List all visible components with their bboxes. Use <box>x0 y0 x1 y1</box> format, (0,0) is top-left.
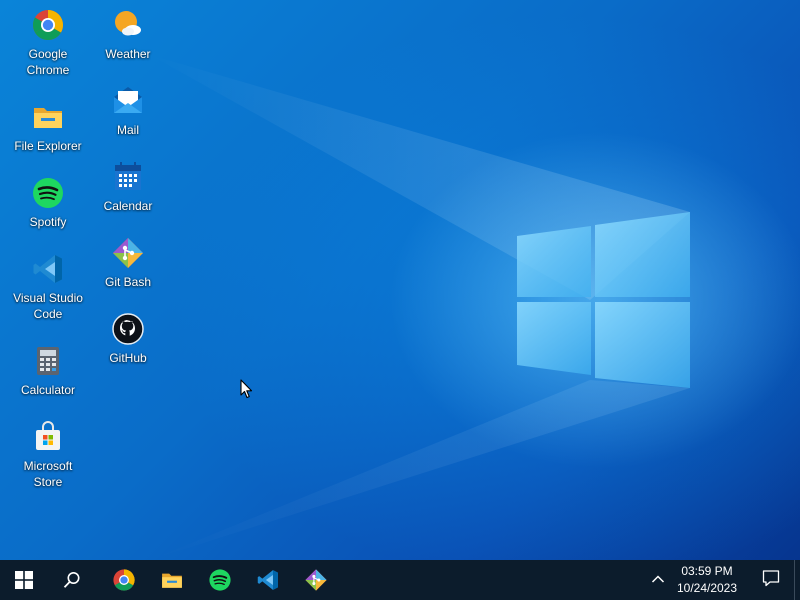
calculator-icon <box>31 344 65 378</box>
spotify-icon <box>31 176 65 210</box>
vscode-icon <box>31 252 65 286</box>
desktop-icon-weather[interactable]: Weather <box>88 2 168 62</box>
taskbar-vscode[interactable] <box>244 560 292 600</box>
taskbar: 03:59 PM 10/24/2023 <box>0 560 800 600</box>
desktop-icon-visual-studio-code[interactable]: Visual Studio Code <box>8 246 88 322</box>
clock-date: 10/24/2023 <box>676 581 738 595</box>
show-hidden-icons-button[interactable] <box>644 560 672 600</box>
spotify-icon <box>208 568 232 592</box>
github-icon <box>111 312 145 346</box>
desktop-icon-label: GitHub <box>109 351 147 365</box>
desktop-icon-label: Microsoft Store <box>23 459 73 489</box>
chevron-up-icon <box>651 571 665 589</box>
desktop-icon-label: Mail <box>116 123 139 137</box>
folder-icon <box>31 100 65 134</box>
folder-icon <box>160 568 184 592</box>
search-icon <box>63 571 81 589</box>
start-button[interactable] <box>0 560 48 600</box>
git-icon <box>304 568 328 592</box>
desktop-icon-label: Git Bash <box>104 275 152 289</box>
desktop-icon-microsoft-store[interactable]: Microsoft Store <box>8 414 88 490</box>
clock-time: 03:59 PM <box>681 564 733 578</box>
desktop-icon-calendar[interactable]: Calendar <box>88 154 168 214</box>
mail-icon <box>111 84 145 118</box>
desktop-icon-label: File Explorer <box>14 139 82 153</box>
chrome-icon <box>31 8 65 42</box>
action-center-button[interactable] <box>752 560 790 600</box>
store-icon <box>31 420 65 454</box>
search-button[interactable] <box>48 560 96 600</box>
desktop-icon-google-chrome[interactable]: Google Chrome <box>8 2 88 78</box>
desktop-icon-label: Calculator <box>20 383 76 397</box>
calendar-icon <box>111 160 145 194</box>
desktop-icon-git-bash[interactable]: Git Bash <box>88 230 168 290</box>
desktop-icon-calculator[interactable]: Calculator <box>8 338 88 398</box>
desktop-icon-label: Spotify <box>29 215 67 229</box>
desktop-icon-label: Calendar <box>103 199 153 213</box>
start-icon <box>15 571 33 589</box>
taskbar-git-bash[interactable] <box>292 560 340 600</box>
desktop-icon-github[interactable]: GitHub <box>88 306 168 366</box>
taskbar-file-explorer[interactable] <box>148 560 196 600</box>
vscode-icon <box>256 568 280 592</box>
desktop-icon-file-explorer[interactable]: File Explorer <box>8 94 88 154</box>
desktop[interactable]: Google Chrome File Explorer Spotify Visu… <box>0 0 800 560</box>
desktop-icon-label: Weather <box>105 47 151 61</box>
taskbar-spotify[interactable] <box>196 560 244 600</box>
show-desktop-button[interactable] <box>794 560 800 600</box>
weather-icon <box>111 8 145 42</box>
desktop-icon-label: Visual Studio Code <box>13 291 83 321</box>
taskbar-clock[interactable]: 03:59 PM 10/24/2023 <box>670 560 744 600</box>
desktop-icon-mail[interactable]: Mail <box>88 78 168 138</box>
mouse-cursor <box>240 379 253 399</box>
chrome-icon <box>112 568 136 592</box>
desktop-icon-label: Google Chrome <box>26 47 70 77</box>
desktop-icon-spotify[interactable]: Spotify <box>8 170 88 230</box>
git-icon <box>111 236 145 270</box>
notification-icon <box>762 569 780 592</box>
taskbar-chrome[interactable] <box>100 560 148 600</box>
